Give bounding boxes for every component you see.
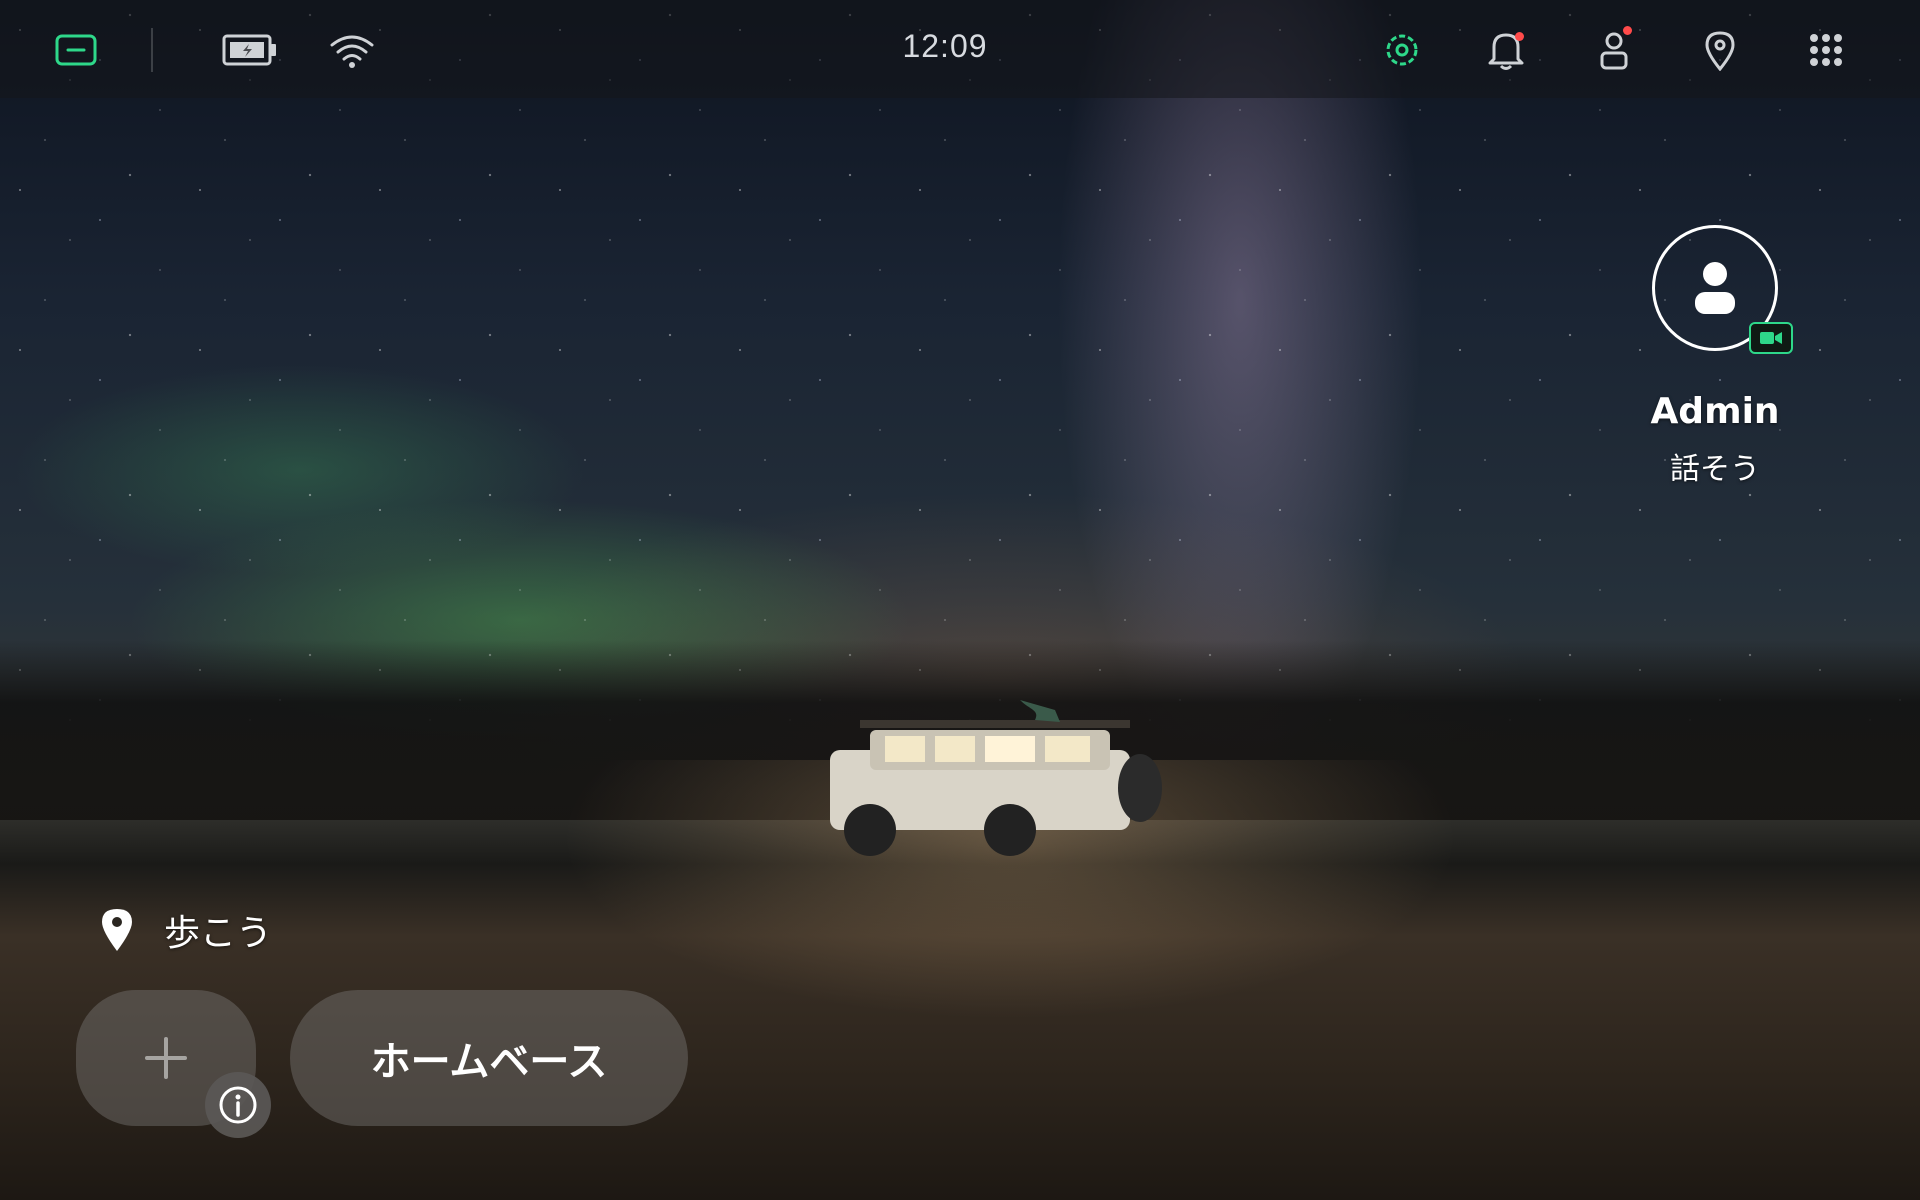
video-camera-icon (1760, 332, 1782, 344)
contact-avatar[interactable] (1652, 225, 1793, 354)
contact-action[interactable]: 話そう (1620, 444, 1810, 488)
battery-icon (222, 26, 278, 74)
wifi-icon (328, 26, 376, 74)
notification-badge (1515, 32, 1524, 41)
apps-grid-icon[interactable] (1802, 26, 1850, 74)
info-button[interactable] (205, 1072, 271, 1138)
settings-icon[interactable] (1378, 26, 1426, 74)
plus-icon (145, 1037, 187, 1079)
location-label: 歩こう (164, 913, 273, 954)
wallpaper-jeep (830, 700, 1162, 856)
screen-mode-icon[interactable] (52, 26, 100, 74)
contact-name: Admin (1650, 391, 1780, 432)
home-screen: 12:09 Admin 話そう 歩こう ホームベース (0, 0, 1920, 1200)
account-badge (1623, 26, 1632, 35)
clock: 12:09 (902, 28, 988, 64)
home-base-button[interactable]: ホームベース (290, 990, 688, 1126)
status-bar: 12:09 (0, 0, 1920, 98)
location-shortcut[interactable]: 歩こう (100, 904, 272, 956)
map-pin-icon (102, 909, 132, 951)
info-icon (219, 1086, 257, 1124)
location-pin-icon[interactable] (1696, 26, 1744, 74)
bell-icon[interactable] (1482, 26, 1530, 74)
person-icon (1695, 262, 1735, 314)
video-call-badge[interactable] (1749, 322, 1793, 354)
contact-widget[interactable]: Admin 話そう (1620, 225, 1810, 488)
account-icon[interactable] (1590, 26, 1638, 74)
status-divider (151, 28, 153, 72)
